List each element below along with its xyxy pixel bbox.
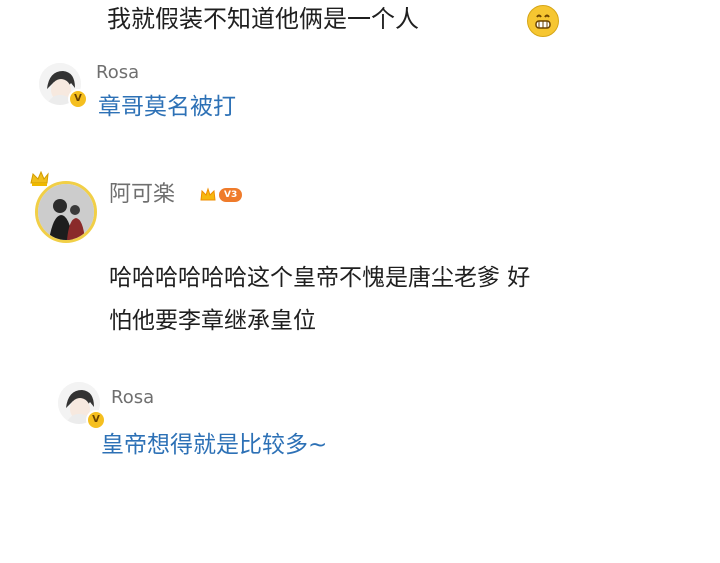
username[interactable]: Rosa [96,61,139,85]
avatar[interactable] [35,181,97,243]
vip-level: V3 [219,188,243,202]
username[interactable]: Rosa [111,386,154,410]
vip-badge: V3 [199,186,243,204]
comment-line-1: 哈哈哈哈哈哈这个皇帝不愧是唐尘老爹 好 [109,265,531,291]
reply-text: 皇帝想得就是比较多~ [101,432,328,458]
crown-icon [30,171,49,186]
comment-text: 我就假装不知道他俩是一个人 [107,5,419,33]
comment-line-2: 怕他要李章继承皇位 [109,308,316,334]
username[interactable]: 阿可楽 [109,180,175,210]
reply-text: 章哥莫名被打 [98,94,236,120]
grinning-face-icon [527,5,559,37]
verified-badge-icon: V [68,89,88,109]
vip-crown-icon [200,187,216,201]
top-comment: 我就假装不知道他俩是一个人 [0,0,720,37]
comment-feed: 我就假装不知道他俩是一个人 V Rosa 章哥莫名被打 阿可楽 V3 哈哈哈哈哈… [0,0,720,458]
verified-badge-icon: V [86,410,106,430]
